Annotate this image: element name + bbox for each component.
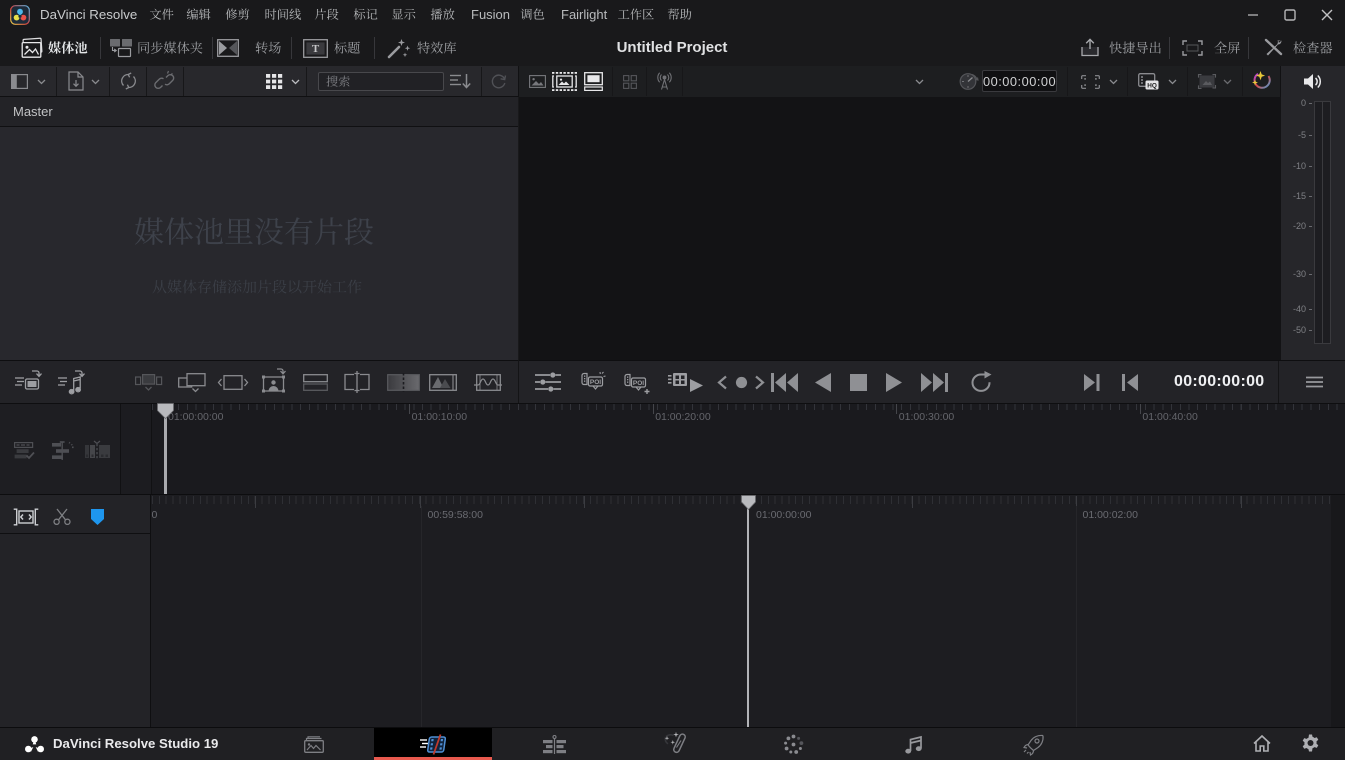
svg-text:POI: POI — [633, 380, 644, 387]
svg-text:T: T — [312, 43, 320, 55]
svg-text:HQ: HQ — [1147, 83, 1157, 90]
svg-text:POI: POI — [590, 379, 601, 386]
